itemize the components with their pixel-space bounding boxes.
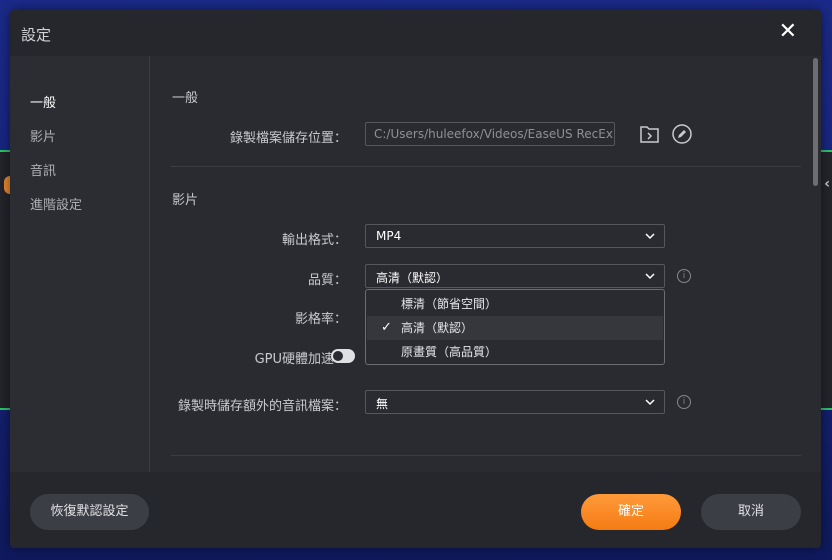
output-format-value: MP4	[376, 229, 402, 243]
quality-option-original[interactable]: 原畫質（高品質）	[367, 340, 663, 364]
option-label: 高清（默認）	[401, 321, 474, 335]
output-format-label: 輸出格式：	[281, 233, 347, 248]
quality-info-icon[interactable]: i	[677, 269, 691, 283]
section-divider	[171, 166, 801, 167]
chevron-down-icon	[645, 233, 655, 240]
quality-label: 品質：	[307, 273, 347, 288]
settings-main-panel: 一般 錄製檔案儲存位置： C:/Users/huleefox/Videos/Ea…	[151, 56, 821, 472]
scrollbar-thumb[interactable]	[813, 58, 818, 186]
quality-dropdown-menu: 標清（節省空間） ✓ 高清（默認） 原畫質（高品質）	[365, 289, 665, 365]
quality-select[interactable]: 高清（默認）	[365, 264, 665, 288]
quality-option-hd[interactable]: ✓ 高清（默認）	[367, 316, 663, 340]
dialog-footer: 恢復默認設定 確定 取消	[10, 472, 821, 548]
dialog-title: 設定	[21, 26, 52, 44]
quality-value: 高清（默認）	[376, 271, 449, 285]
settings-dialog: 設定 ✕ 一般 影片 音訊 進階設定 一般 錄製檔案儲存位置： C:/Users…	[10, 10, 821, 548]
edit-icon[interactable]	[671, 123, 693, 145]
settings-sidebar: 一般 影片 音訊 進階設定	[10, 56, 150, 472]
chevron-down-icon	[645, 399, 655, 406]
background-green-line	[820, 408, 832, 410]
sidebar-item-advanced[interactable]: 進階設定	[30, 194, 82, 213]
section-heading-general: 一般	[172, 91, 199, 106]
cancel-button[interactable]: 取消	[701, 494, 801, 530]
extra-audio-info-icon[interactable]: i	[677, 395, 691, 409]
extra-audio-value: 無	[376, 397, 389, 411]
dialog-titlebar: 設定 ✕	[10, 10, 821, 56]
extra-audio-label: 錄製時儲存額外的音訊檔案：	[177, 399, 347, 414]
quality-option-standard[interactable]: 標清（節省空間）	[367, 292, 663, 316]
gpu-acceleration-toggle[interactable]	[331, 349, 355, 363]
folder-open-icon[interactable]	[639, 123, 661, 145]
close-icon[interactable]: ✕	[779, 20, 797, 44]
sidebar-item-general[interactable]: 一般	[30, 92, 56, 111]
sidebar-item-video[interactable]: 影片	[30, 126, 56, 145]
output-format-select[interactable]: MP4	[365, 224, 665, 248]
option-label: 原畫質（高品質）	[401, 345, 498, 359]
restore-defaults-button[interactable]: 恢復默認設定	[30, 494, 149, 530]
confirm-button[interactable]: 確定	[581, 494, 681, 530]
check-icon: ✓	[381, 320, 392, 335]
background-green-line	[820, 150, 832, 152]
save-path-field[interactable]: C:/Users/huleefox/Videos/EaseUS RecEx	[365, 122, 615, 146]
extra-audio-select[interactable]: 無	[365, 390, 665, 414]
option-label: 標清（節省空間）	[401, 297, 498, 311]
background-chevron-left-icon: ‹	[824, 176, 830, 192]
frame-rate-label: 影格率：	[294, 312, 347, 327]
dialog-content: 一般 影片 音訊 進階設定 一般 錄製檔案儲存位置： C:/Users/hule…	[10, 56, 821, 472]
toggle-knob	[333, 351, 343, 361]
sidebar-item-audio[interactable]: 音訊	[30, 160, 56, 179]
chevron-down-icon	[645, 273, 655, 280]
save-path-label: 錄製檔案儲存位置：	[229, 131, 347, 146]
section-divider	[171, 455, 801, 456]
section-heading-video: 影片	[172, 193, 199, 208]
